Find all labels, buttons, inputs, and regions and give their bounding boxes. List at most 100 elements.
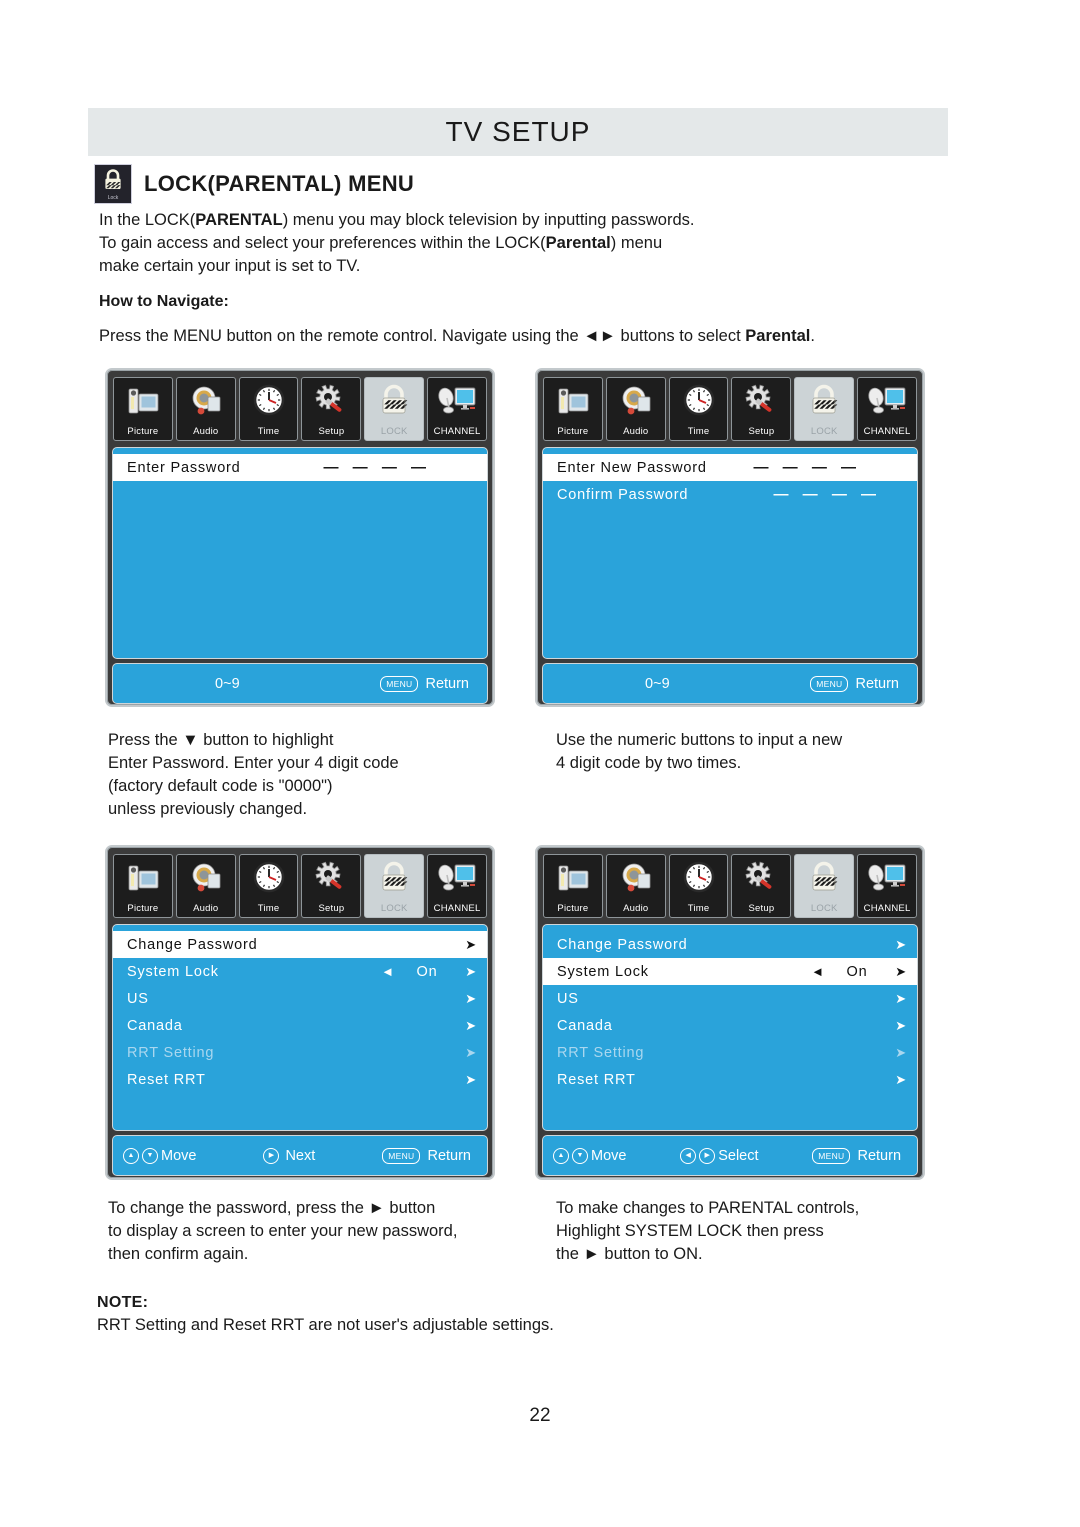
- osd-icon-setup[interactable]: Setup: [731, 377, 792, 441]
- osd-icon-picture[interactable]: Picture: [543, 854, 603, 918]
- footer-return[interactable]: MENU Return: [380, 675, 469, 692]
- channel-icon: [864, 382, 910, 420]
- osd-row-system-lock[interactable]: System Lock ◄ On ➤: [543, 958, 917, 985]
- osd-icon-audio[interactable]: Audio: [605, 377, 666, 441]
- osd-row-reset-rrt[interactable]: Reset RRT ➤: [543, 1066, 917, 1093]
- osd-icon-channel[interactable]: CHANNEL: [857, 854, 917, 918]
- footer-return[interactable]: MENU Return: [810, 675, 899, 692]
- osd-icon-audio[interactable]: Audio: [175, 377, 236, 441]
- osd-row-label: Enter Password: [127, 459, 241, 476]
- osd-icon-time[interactable]: Time: [668, 377, 729, 441]
- osd-row-canada[interactable]: Canada ➤: [543, 1012, 917, 1039]
- osd-row-label: RRT Setting: [127, 1044, 215, 1061]
- password-dashes: — — — —: [323, 459, 431, 476]
- osd-icon-label: Picture: [127, 903, 159, 914]
- osd-icon-label: Setup: [318, 426, 345, 437]
- menu-key-icon: MENU: [810, 675, 849, 692]
- osd-icon-channel[interactable]: CHANNEL: [427, 377, 487, 441]
- chevron-right-icon: ➤: [465, 990, 477, 1006]
- chevron-right-icon: ➤: [465, 936, 477, 952]
- osd-row-reset-rrt[interactable]: Reset RRT ➤: [113, 1066, 487, 1093]
- osd-icon-label: Audio: [193, 903, 219, 914]
- caption-right-bottom: To make changes to PARENTAL controls, Hi…: [556, 1199, 860, 1263]
- osd-icon-setup[interactable]: Setup: [301, 377, 362, 441]
- time-icon: [246, 859, 292, 897]
- section-heading: Lock LOCK(PARENTAL) MENU: [94, 164, 414, 204]
- osd-icon-lock[interactable]: LOCK: [794, 377, 855, 441]
- osd-icon-audio[interactable]: Audio: [175, 854, 236, 918]
- osd-icon-setup[interactable]: Setup: [731, 854, 792, 918]
- intro-line2-a: To gain access and select your preferenc…: [99, 234, 546, 252]
- picture-icon: [550, 382, 596, 420]
- osd-row-us[interactable]: US ➤: [543, 985, 917, 1012]
- setup-icon: [308, 859, 354, 897]
- chevron-right-icon[interactable]: ➤: [459, 964, 477, 980]
- system-lock-value: On: [846, 963, 868, 980]
- intro-paragraph: In the LOCK(PARENTAL) menu you may block…: [99, 209, 899, 278]
- footer-move: ▲ ▼ Move: [123, 1147, 196, 1164]
- osd-icon-picture[interactable]: Picture: [113, 854, 173, 918]
- footer-return[interactable]: MENU Return: [382, 1147, 471, 1164]
- osd-row-label: Change Password: [557, 936, 688, 953]
- page-title: TV SETUP: [445, 116, 591, 147]
- footer-move: ▲ ▼ Move: [553, 1147, 627, 1164]
- osd-icon-time[interactable]: Time: [238, 854, 299, 918]
- osd-icon-label: LOCK: [380, 903, 408, 914]
- osd-panel-lock-menu-system-lock: Picture Audio Time Setup LOCK CHANNEL Change …: [535, 845, 925, 1180]
- osd-row[interactable]: Enter Password — — — —: [113, 454, 487, 481]
- osd-row-rrt-setting: RRT Setting ➤: [113, 1039, 487, 1066]
- osd-icon-picture[interactable]: Picture: [113, 377, 173, 441]
- caption-right-top: Use the numeric buttons to input a new 4…: [556, 731, 843, 772]
- osd-icon-lock[interactable]: LOCK: [364, 854, 425, 918]
- caption-left-top: Press the ▼ button to highlight Enter Pa…: [108, 731, 399, 818]
- osd-icon-channel[interactable]: CHANNEL: [857, 377, 917, 441]
- arrow-right-key-icon: ▶: [263, 1147, 280, 1164]
- arrow-right-key-icon: ▶: [699, 1147, 716, 1164]
- osd-row[interactable]: Enter New Password — — — —: [543, 454, 917, 481]
- howto-text-b: buttons to select: [615, 327, 746, 345]
- osd-icon-lock[interactable]: LOCK: [794, 854, 855, 918]
- osd-row-system-lock[interactable]: System Lock ◄ On ➤: [113, 958, 487, 985]
- osd-row-us[interactable]: US ➤: [113, 985, 487, 1012]
- osd-row-label: US: [127, 990, 149, 1007]
- chevron-left-icon[interactable]: ◄: [381, 964, 395, 979]
- osd-icon-lock[interactable]: LOCK: [364, 377, 425, 441]
- chevron-left-icon[interactable]: ◄: [811, 964, 825, 979]
- osd-row-change-password[interactable]: Change Password ➤: [113, 931, 487, 958]
- osd-menu-body: Enter New Password — — — — Confirm Passw…: [542, 447, 918, 659]
- osd-icon-picture[interactable]: Picture: [543, 377, 603, 441]
- osd-row-label: RRT Setting: [557, 1044, 645, 1061]
- lock-icon: [801, 859, 847, 897]
- lock-icon: [371, 382, 417, 420]
- osd-row-label: Canada: [557, 1017, 613, 1034]
- osd-icon-setup[interactable]: Setup: [301, 854, 362, 918]
- footer-return-label: Return: [857, 1147, 902, 1164]
- osd-icon-label: Time: [257, 426, 280, 437]
- osd-menu-body: Change Password ➤ System Lock ◄ On ➤ US …: [542, 924, 918, 1131]
- intro-line3: make certain your input is set to TV.: [99, 257, 361, 275]
- osd-icon-channel[interactable]: CHANNEL: [427, 854, 487, 918]
- osd-row[interactable]: Confirm Password — — — —: [543, 481, 917, 508]
- osd-icon-bar: Picture Audio Time Setup LOCK CHANNEL: [112, 375, 488, 444]
- osd-icon-label: CHANNEL: [433, 903, 481, 914]
- lock-icon: [801, 382, 847, 420]
- osd-icon-label: CHANNEL: [863, 903, 911, 914]
- osd-icon-label: Audio: [623, 426, 649, 437]
- menu-key-icon: MENU: [382, 1147, 421, 1164]
- osd-icon-time[interactable]: Time: [668, 854, 729, 918]
- osd-icon-bar: Picture Audio Time Setup LOCK CHANNEL: [542, 375, 918, 444]
- password-dashes: — — — —: [773, 486, 881, 503]
- osd-icon-audio[interactable]: Audio: [605, 854, 666, 918]
- osd-row-canada[interactable]: Canada ➤: [113, 1012, 487, 1039]
- footer-return[interactable]: MENU Return: [812, 1147, 902, 1164]
- chevron-right-icon[interactable]: ➤: [889, 964, 907, 980]
- osd-row-change-password[interactable]: Change Password ➤: [543, 931, 917, 958]
- osd-footer: ▲ ▼ Move ◀ ▶ Select MENU Return: [542, 1135, 918, 1176]
- footer-move-label: Move: [591, 1147, 627, 1164]
- system-lock-value: On: [416, 963, 438, 980]
- osd-icon-time[interactable]: Time: [238, 377, 299, 441]
- osd-icon-label: Picture: [127, 426, 159, 437]
- page-number: 22: [529, 1405, 551, 1426]
- osd-icon-label: LOCK: [380, 426, 408, 437]
- chevron-right-icon: ➤: [465, 1071, 477, 1087]
